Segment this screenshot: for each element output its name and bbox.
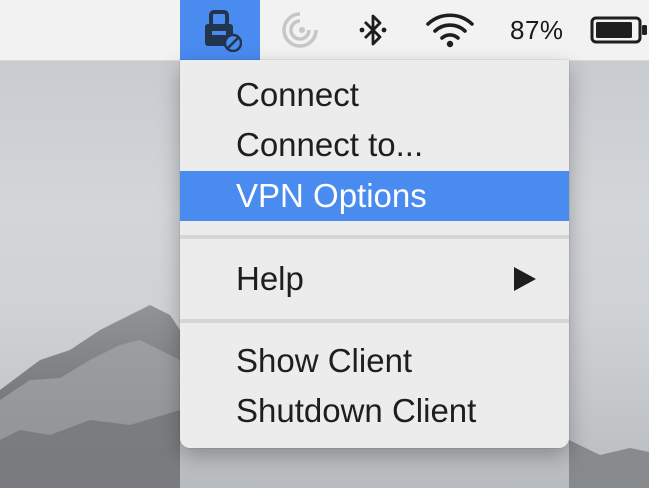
menu-item-shutdown-client[interactable]: Shutdown Client: [180, 386, 569, 436]
vpn-lock-icon: [205, 10, 242, 52]
menu-item-vpn-options[interactable]: VPN Options: [180, 171, 569, 221]
menu-item-connect-to[interactable]: Connect to...: [180, 120, 569, 170]
signal-dial-icon: [282, 12, 318, 48]
desktop-screen: 87% Connect Connect to... VPN Options He…: [0, 0, 649, 488]
menu-item-label: Show Client: [236, 342, 413, 379]
menu-separator: [180, 235, 569, 239]
menu-item-label: Shutdown Client: [236, 392, 477, 429]
vpn-menu-extra[interactable]: [180, 0, 260, 60]
battery-menu-extra[interactable]: [590, 0, 649, 60]
vpn-dropdown-menu: Connect Connect to... VPN Options Help S…: [180, 60, 569, 448]
menu-bar: 87%: [0, 0, 649, 61]
menu-item-label: Help: [236, 260, 304, 297]
bluetooth-menu-extra[interactable]: [345, 0, 400, 60]
signal-dial-menu-extra[interactable]: [270, 0, 330, 60]
submenu-arrow-icon: [514, 267, 536, 291]
battery-percentage[interactable]: 87%: [510, 0, 564, 60]
wifi-icon: [426, 13, 474, 48]
menu-item-help[interactable]: Help: [180, 254, 569, 304]
wifi-menu-extra[interactable]: [415, 0, 485, 60]
menu-separator: [180, 319, 569, 323]
menu-item-label: Connect to...: [236, 126, 424, 163]
menu-item-label: VPN Options: [236, 177, 427, 214]
menu-item-label: Connect: [236, 76, 359, 113]
battery-icon: [590, 16, 647, 44]
menu-item-show-client[interactable]: Show Client: [180, 336, 569, 386]
menu-item-connect[interactable]: Connect: [180, 70, 569, 120]
bluetooth-icon: [359, 14, 386, 46]
